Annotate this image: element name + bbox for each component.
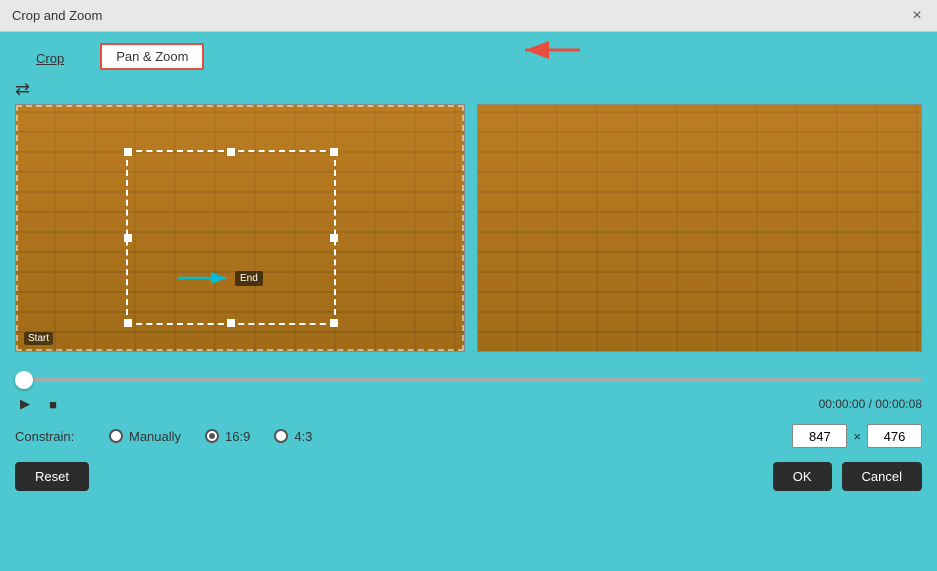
size-separator: × <box>853 429 861 444</box>
width-input[interactable] <box>792 424 847 448</box>
play-button[interactable]: ▶ <box>15 394 35 414</box>
time-display: 00:00:00 / 00:00:08 <box>819 397 922 411</box>
radio-4-3: 4:3 <box>274 429 312 444</box>
action-bar: Reset OK Cancel <box>0 454 937 499</box>
constrain-label: Constrain: <box>15 429 85 444</box>
scene-overlay-left <box>16 105 464 351</box>
repeat-icon[interactable]: ⇄ <box>15 79 30 100</box>
tab-bar: Crop Pan & Zoom <box>0 32 937 74</box>
video-panel-left: End Start <box>15 104 465 352</box>
main-content: End Start <box>0 104 937 364</box>
video-bg-left <box>16 105 464 351</box>
seek-bar-container <box>15 372 922 388</box>
radio-16-9: 16:9 <box>205 429 250 444</box>
cancel-button[interactable]: Cancel <box>842 462 922 491</box>
title-bar: Crop and Zoom × <box>0 0 937 32</box>
radio-manually: Manually <box>109 429 181 444</box>
action-right: OK Cancel <box>773 462 922 491</box>
start-label: Start <box>24 332 53 345</box>
video-panel-right <box>477 104 922 352</box>
repeat-icon-area: ⇄ <box>0 74 937 104</box>
scene-overlay-right <box>478 105 921 351</box>
seek-bar-thumb[interactable] <box>15 371 33 389</box>
ok-button[interactable]: OK <box>773 462 832 491</box>
video-bg-right <box>478 105 921 351</box>
reset-button[interactable]: Reset <box>15 462 89 491</box>
playback-bar: ▶ ■ 00:00:00 / 00:00:08 <box>0 364 937 418</box>
radio-4-3-label[interactable]: 4:3 <box>294 429 312 444</box>
close-button[interactable]: × <box>907 6 927 26</box>
size-inputs: × <box>792 424 922 448</box>
radio-4-3-dot[interactable] <box>274 429 288 443</box>
radio-manually-label[interactable]: Manually <box>129 429 181 444</box>
constrain-row: Constrain: Manually 16:9 4:3 × <box>0 418 937 454</box>
radio-16-9-dot[interactable] <box>205 429 219 443</box>
tab-pan-zoom[interactable]: Pan & Zoom <box>100 43 204 70</box>
height-input[interactable] <box>867 424 922 448</box>
radio-manually-dot[interactable] <box>109 429 123 443</box>
tab-crop[interactable]: Crop <box>20 45 80 74</box>
stop-button[interactable]: ■ <box>43 394 63 414</box>
seek-bar-track[interactable] <box>15 378 922 382</box>
radio-16-9-label[interactable]: 16:9 <box>225 429 250 444</box>
transport-bar: ▶ ■ 00:00:00 / 00:00:08 <box>15 394 922 414</box>
window-title: Crop and Zoom <box>12 8 102 23</box>
